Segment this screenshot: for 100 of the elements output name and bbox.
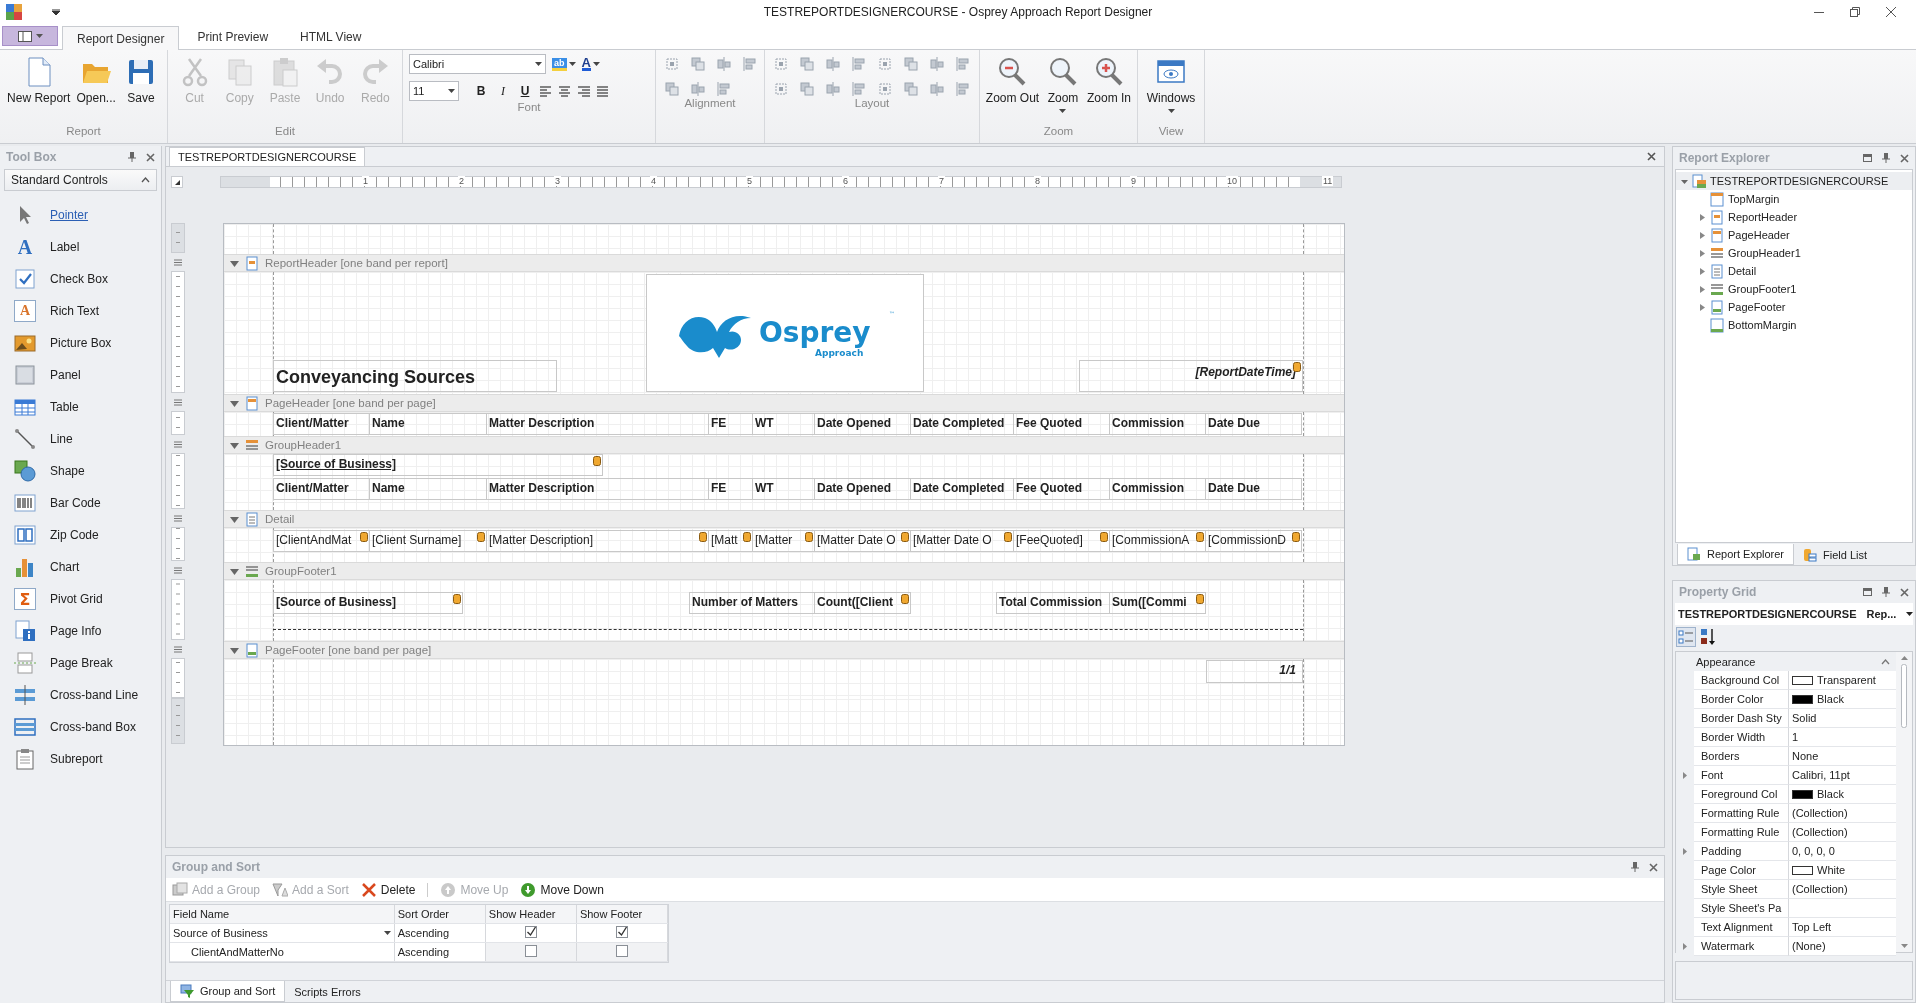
- close-icon[interactable]: [1900, 153, 1909, 163]
- property-value[interactable]: Black: [1789, 785, 1896, 804]
- ribbon-tab[interactable]: HTML View: [286, 25, 376, 49]
- grip-icon[interactable]: [174, 398, 182, 406]
- column-header[interactable]: Show Footer: [576, 905, 668, 923]
- column-header[interactable]: Field Name: [170, 905, 395, 923]
- smart-tag-icon[interactable]: [477, 532, 485, 542]
- panel-tab[interactable]: Field List: [1794, 544, 1877, 565]
- italic-button[interactable]: I: [495, 83, 511, 99]
- property-value[interactable]: (None): [1789, 937, 1896, 956]
- layout-icon[interactable]: [773, 56, 789, 72]
- ribbon-button[interactable]: Save: [118, 54, 163, 107]
- collapse-arrow-icon[interactable]: [230, 258, 239, 268]
- align-icon[interactable]: [742, 56, 758, 72]
- table-cell[interactable]: Date Completed: [910, 478, 1014, 500]
- grip-icon[interactable]: [174, 258, 182, 266]
- table-cell[interactable]: [Matter Date O: [910, 530, 1014, 552]
- collapse-arrow-icon[interactable]: [1680, 177, 1688, 185]
- ribbon-tab[interactable]: Report Designer: [62, 26, 180, 50]
- ribbon-button[interactable]: New Report: [4, 54, 74, 107]
- table-cell[interactable]: [Matt: [708, 530, 753, 552]
- smart-tag-icon[interactable]: [593, 456, 601, 466]
- layout-icon[interactable]: [955, 56, 971, 72]
- page-number[interactable]: 1/1: [1206, 660, 1303, 683]
- property-value[interactable]: Top Left: [1789, 918, 1896, 937]
- expand-arrow-icon[interactable]: [1699, 303, 1705, 311]
- table-cell[interactable]: Date Opened: [814, 478, 911, 500]
- pin-icon[interactable]: [128, 152, 136, 162]
- ribbon-button[interactable]: Zoom In: [1084, 54, 1133, 107]
- smart-tag-icon[interactable]: [699, 532, 707, 542]
- align-icon[interactable]: [716, 81, 732, 97]
- text-align-icon[interactable]: [577, 84, 590, 98]
- table-cell[interactable]: WT: [752, 413, 815, 435]
- expand-arrow-icon[interactable]: [1699, 213, 1705, 221]
- property-value[interactable]: 1: [1789, 728, 1896, 747]
- toolbox-item[interactable]: Page Break: [0, 647, 161, 679]
- tree-item[interactable]: PageFooter: [1676, 298, 1912, 316]
- checked-checkbox-icon[interactable]: [615, 926, 628, 938]
- collapse-arrow-icon[interactable]: [230, 514, 239, 524]
- ribbon-tab[interactable]: Print Preview: [183, 25, 283, 49]
- toolbox-item[interactable]: Zip Code: [0, 519, 161, 551]
- ribbon-button[interactable]: Zoom Out: [984, 54, 1041, 107]
- toolbox-item[interactable]: Shape: [0, 455, 161, 487]
- bold-button[interactable]: B: [473, 84, 489, 98]
- tree-item[interactable]: ReportHeader: [1676, 208, 1912, 226]
- table-cell[interactable]: Date Due: [1205, 413, 1302, 435]
- close-icon[interactable]: [1647, 152, 1656, 161]
- smart-tag-icon[interactable]: [901, 532, 909, 542]
- band-header[interactable]: PageFooter [one band per page]: [224, 641, 1344, 659]
- app-menu-button[interactable]: [2, 26, 58, 46]
- expand-arrow-icon[interactable]: [1699, 249, 1705, 257]
- expand-arrow-icon[interactable]: [1699, 231, 1705, 239]
- layout-icon[interactable]: [903, 81, 919, 97]
- table-cell[interactable]: [Matter Description]: [486, 530, 709, 552]
- property-value[interactable]: (Collection): [1789, 804, 1896, 823]
- field[interactable]: Total Commission: [996, 592, 1110, 614]
- table-cell[interactable]: [CommissionD: [1205, 530, 1302, 552]
- property-value[interactable]: Solid: [1789, 709, 1896, 728]
- tree-item[interactable]: GroupFooter1: [1676, 280, 1912, 298]
- property-value[interactable]: (Collection): [1789, 880, 1896, 899]
- toolbox-item[interactable]: Σ Pivot Grid: [0, 583, 161, 615]
- layout-icon[interactable]: [799, 56, 815, 72]
- table-cell[interactable]: FE: [708, 413, 753, 435]
- table-cell[interactable]: Commission: [1109, 413, 1206, 435]
- table-cell[interactable]: Date Due: [1205, 478, 1302, 500]
- layout-icon[interactable]: [851, 56, 867, 72]
- smart-tag-icon[interactable]: [360, 532, 368, 542]
- layout-icon[interactable]: [929, 81, 945, 97]
- table-cell[interactable]: [Client Surname]: [369, 530, 487, 552]
- collapse-arrow-icon[interactable]: [230, 566, 239, 576]
- text-align-icon[interactable]: [558, 84, 571, 98]
- underline-button[interactable]: U: [517, 84, 533, 98]
- close-icon[interactable]: [1900, 587, 1909, 597]
- table-cell[interactable]: Commission: [1109, 478, 1206, 500]
- expand-arrow-icon[interactable]: [1683, 943, 1687, 950]
- field[interactable]: Count([Client: [814, 592, 911, 614]
- close-icon[interactable]: [146, 152, 155, 162]
- property-value[interactable]: 0, 0, 0, 0: [1789, 842, 1896, 861]
- field[interactable]: [Source of Business]: [273, 592, 463, 614]
- table-cell[interactable]: Name: [369, 413, 487, 435]
- align-icon[interactable]: [716, 56, 732, 72]
- layout-icon[interactable]: [877, 81, 893, 97]
- scrollbar[interactable]: [1896, 652, 1912, 952]
- toolbar-button[interactable]: Delete: [360, 881, 416, 898]
- expand-arrow-icon[interactable]: [1683, 848, 1687, 855]
- maximize-icon[interactable]: [1863, 588, 1872, 596]
- layout-icon[interactable]: [799, 81, 815, 97]
- toolbox-item[interactable]: Chart: [0, 551, 161, 583]
- tree-item[interactable]: GroupHeader1: [1676, 244, 1912, 262]
- scroll-down-icon[interactable]: [1900, 944, 1908, 948]
- smart-tag-icon[interactable]: [1196, 532, 1204, 542]
- sort-order-cell[interactable]: Ascending: [394, 943, 486, 961]
- pin-icon[interactable]: [1882, 153, 1890, 163]
- text-align-icon[interactable]: [596, 84, 609, 98]
- grip-icon[interactable]: [174, 514, 182, 522]
- smart-tag-icon[interactable]: [1292, 532, 1300, 542]
- report-title[interactable]: Conveyancing Sources: [273, 360, 557, 392]
- column-header[interactable]: Show Header: [485, 905, 577, 923]
- toolbox-item[interactable]: Cross-band Line: [0, 679, 161, 711]
- table-cell[interactable]: Client/Matter: [273, 478, 370, 500]
